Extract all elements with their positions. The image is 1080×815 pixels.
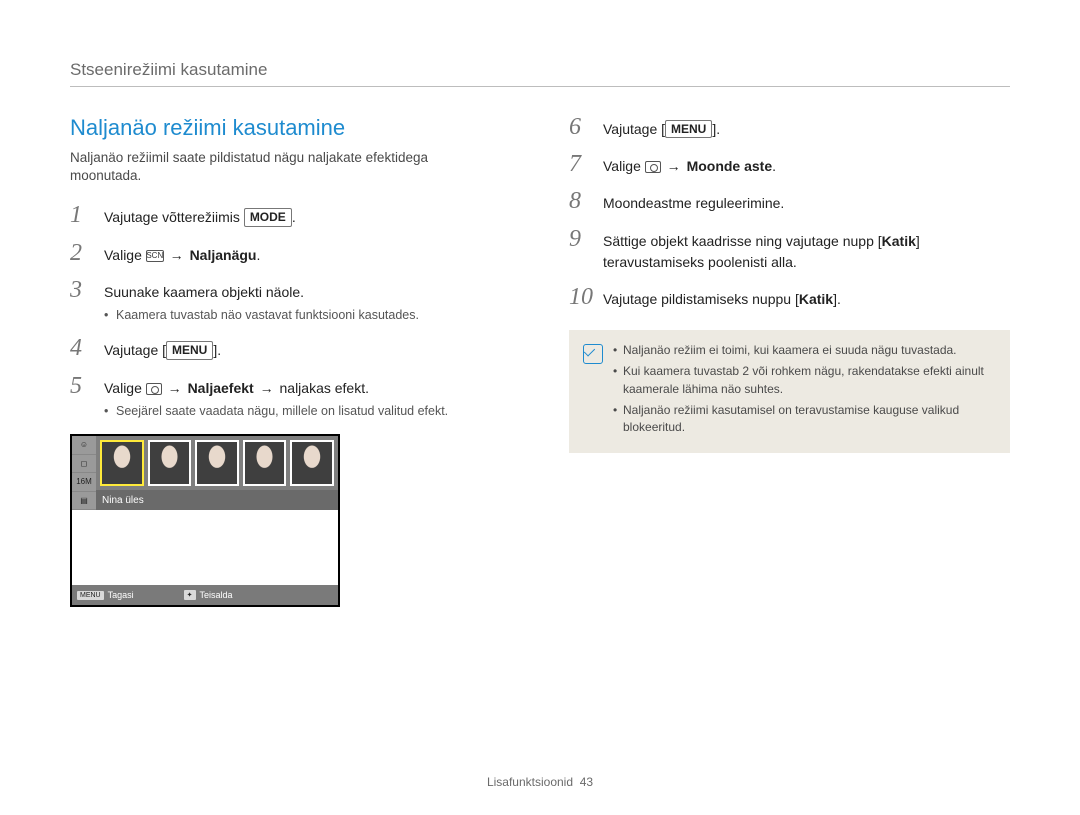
step: 4 Vajutage [MENU]. — [70, 336, 511, 361]
note-icon — [583, 344, 603, 364]
breadcrumb: Stseenirežiimi kasutamine — [70, 60, 1010, 87]
step: 9 Sättige objekt kaadrisse ning vajutage … — [569, 227, 1010, 273]
step-body: Vajutage [MENU]. — [104, 336, 221, 361]
shot-sidebar: ☺ ◻ 16M ▤ — [72, 436, 96, 510]
shot-footer: MENUTagasi ✦Teisalda — [72, 585, 338, 605]
scn-icon: SCN — [146, 250, 164, 262]
step: 3 Suunake kaamera objekti näole.Kaamera t… — [70, 278, 511, 325]
steps-left: 1 Vajutage võtterežiimis MODE. 2 Valige SCN… — [70, 203, 511, 420]
step: 6 Vajutage [MENU]. — [569, 115, 1010, 140]
menu-label-box: MENU — [166, 341, 213, 359]
step-number: 5 — [70, 374, 92, 421]
step-body: Suunake kaamera objekti näole.Kaamera tu… — [104, 278, 419, 325]
step: 7 Valige → Moonde aste. — [569, 152, 1010, 177]
step-number: 4 — [70, 336, 92, 361]
step-body: Valige → Naljaefekt → naljakas efekt.See… — [104, 374, 448, 421]
step-number: 6 — [569, 115, 591, 140]
thumbnail-row — [96, 436, 338, 490]
note-item: Naljanäo režiimi kasutamisel on teravust… — [613, 402, 996, 437]
step-number: 2 — [70, 241, 92, 266]
nav-key-icon: ✦ — [184, 590, 196, 600]
step-bullet: Kaamera tuvastab näo vastavat funktsioon… — [104, 307, 419, 325]
note-item: Kui kaamera tuvastab 2 või rohkem nägu, … — [613, 363, 996, 398]
sidebar-icon-person: ☺ — [72, 436, 96, 455]
thumbnail — [100, 440, 144, 486]
steps-right: 6 Vajutage [MENU]. 7 Valige → Moonde aste. 8… — [569, 115, 1010, 310]
camera-icon — [645, 161, 661, 173]
menu-key-icon: MENU — [77, 591, 104, 600]
step-number: 9 — [569, 227, 591, 273]
thumbnail — [195, 440, 239, 486]
thumbnail — [243, 440, 287, 486]
sidebar-icon-face: ◻ — [72, 455, 96, 474]
menu-label-box: MENU — [665, 120, 712, 138]
note-item: Naljanäo režiim ei toimi, kui kaamera ei… — [613, 342, 996, 359]
right-column: 6 Vajutage [MENU]. 7 Valige → Moonde aste. 8… — [569, 115, 1010, 607]
sidebar-icon-size: 16M — [72, 473, 96, 492]
page-footer: Lisafunktsioonid 43 — [0, 775, 1080, 789]
step-bullet: Seejärel saate vaadata nägu, millele on … — [104, 403, 448, 421]
step: 8 Moondeastme reguleerimine. — [569, 189, 1010, 214]
thumbnail — [290, 440, 334, 486]
step-body: Vajutage võtterežiimis MODE. — [104, 203, 296, 228]
camera-icon — [146, 383, 162, 395]
step-body: Valige SCN → Naljanägu. — [104, 241, 260, 266]
step: 2 Valige SCN → Naljanägu. — [70, 241, 511, 266]
step-body: Sättige objekt kaadrisse ning vajutage n… — [603, 227, 1010, 273]
step-number: 10 — [569, 285, 591, 310]
step-number: 7 — [569, 152, 591, 177]
step-body: Vajutage [MENU]. — [603, 115, 720, 140]
step: 10 Vajutage pildistamiseks nuppu [Katik]. — [569, 285, 1010, 310]
effect-caption: Nina üles — [96, 490, 338, 510]
intro-text: Naljanäo režiimil saate pildistatud nägu… — [70, 149, 490, 185]
step-number: 1 — [70, 203, 92, 228]
step-body: Moondeastme reguleerimine. — [603, 189, 784, 214]
sidebar-icon-film: ▤ — [72, 492, 96, 511]
note-box: Naljanäo režiim ei toimi, kui kaamera ei… — [569, 330, 1010, 453]
step-number: 3 — [70, 278, 92, 325]
step-body: Vajutage pildistamiseks nuppu [Katik]. — [603, 285, 841, 310]
camera-screenshot: ☺ ◻ 16M ▤ Nina üles — [70, 434, 340, 607]
left-column: Naljanäo režiimi kasutamine Naljanäo rež… — [70, 115, 511, 607]
thumbnail — [148, 440, 192, 486]
step: 5 Valige → Naljaefekt → naljakas efekt.Se… — [70, 374, 511, 421]
mode-label-box: MODE — [244, 208, 292, 226]
section-title: Naljanäo režiimi kasutamine — [70, 115, 511, 141]
step-body: Valige → Moonde aste. — [603, 152, 776, 177]
step-number: 8 — [569, 189, 591, 214]
step: 1 Vajutage võtterežiimis MODE. — [70, 203, 511, 228]
